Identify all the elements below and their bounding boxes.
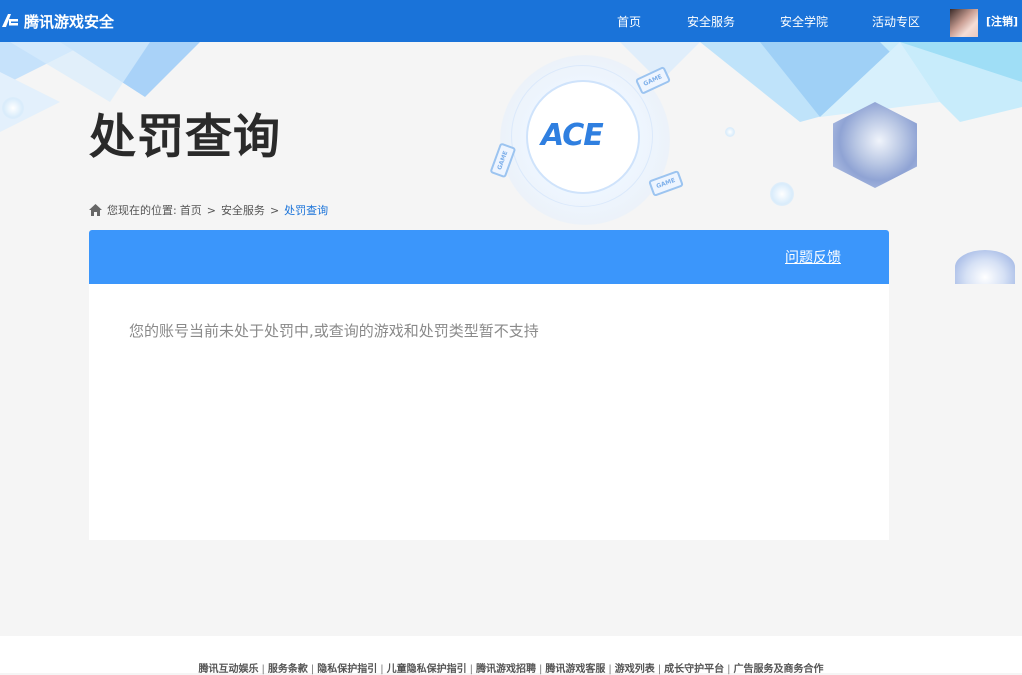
breadcrumb-separator: > xyxy=(269,203,280,217)
footer: 腾讯互动娱乐 | 服务条款 | 隐私保护指引 | 儿童隐私保护指引 | 腾讯游戏招聘 | 腾讯游戏客… xyxy=(0,636,1022,675)
bubble-decoration xyxy=(2,97,24,119)
footer-link-game-list[interactable]: 游戏列表 xyxy=(615,664,655,675)
bubble-decoration xyxy=(725,127,735,137)
panel-body: 您的账号当前未处于处罚中,或查询的游戏和处罚类型暂不支持 xyxy=(89,284,889,540)
feedback-link[interactable]: 问题反馈 xyxy=(785,230,841,284)
footer-link-ads-business[interactable]: 广告服务及商务合作 xyxy=(734,664,824,675)
footer-link-support[interactable]: 腾讯游戏客服 xyxy=(545,664,605,675)
top-nav-bar: 腾讯游戏安全 首页 安全服务 安全学院 活动专区 [注销] xyxy=(0,0,1022,42)
breadcrumb-security-services[interactable]: 安全服务 xyxy=(221,202,265,218)
footer-link-growth-guard[interactable]: 成长守护平台 xyxy=(664,664,724,675)
footer-divider: | xyxy=(310,664,315,675)
breadcrumb-separator: > xyxy=(206,203,216,217)
no-penalty-message: 您的账号当前未处于处罚中,或查询的游戏和处罚类型暂不支持 xyxy=(129,322,539,340)
page-title: 处罚查询 xyxy=(89,110,281,165)
logo-text: 腾讯游戏安全 xyxy=(24,12,115,31)
breadcrumb: 您现在的位置: 首页 > 安全服务 > 处罚查询 xyxy=(89,202,328,218)
footer-divider: | xyxy=(261,664,265,675)
footer-divider: | xyxy=(380,664,384,675)
footer-link-child-privacy[interactable]: 儿童隐私保护指引 xyxy=(387,664,467,675)
panel-header: 问题反馈 xyxy=(89,230,889,284)
footer-divider: | xyxy=(657,664,662,675)
character-side-image xyxy=(955,250,1015,284)
breadcrumb-prefix: 您现在的位置: xyxy=(107,204,177,217)
footer-link-tencent-ieg[interactable]: 腾讯互动娱乐 xyxy=(199,664,259,675)
logout-link[interactable]: [注销] xyxy=(986,0,1018,42)
footer-divider: | xyxy=(608,664,612,675)
footer-divider: | xyxy=(727,664,731,675)
bubble-decoration xyxy=(770,182,794,206)
home-icon xyxy=(89,204,102,216)
footer-link-jobs[interactable]: 腾讯游戏招聘 xyxy=(476,664,536,675)
footer-link-terms[interactable]: 服务条款 xyxy=(268,664,308,675)
ace-emblem: ACE xyxy=(541,118,604,153)
footer-divider: | xyxy=(469,664,473,675)
nav-events[interactable]: 活动专区 xyxy=(872,13,920,30)
footer-divider: | xyxy=(539,664,543,675)
ace-logo-icon xyxy=(2,14,18,27)
nav-security-services[interactable]: 安全服务 xyxy=(687,13,735,30)
breadcrumb-current[interactable]: 处罚查询 xyxy=(284,202,328,218)
nav-security-academy[interactable]: 安全学院 xyxy=(780,13,828,30)
user-avatar[interactable] xyxy=(950,9,978,37)
footer-link-privacy[interactable]: 隐私保护指引 xyxy=(317,664,377,675)
site-logo[interactable]: 腾讯游戏安全 xyxy=(0,6,114,36)
breadcrumb-home[interactable]: 首页 xyxy=(180,202,202,218)
nav-home[interactable]: 首页 xyxy=(617,13,641,30)
